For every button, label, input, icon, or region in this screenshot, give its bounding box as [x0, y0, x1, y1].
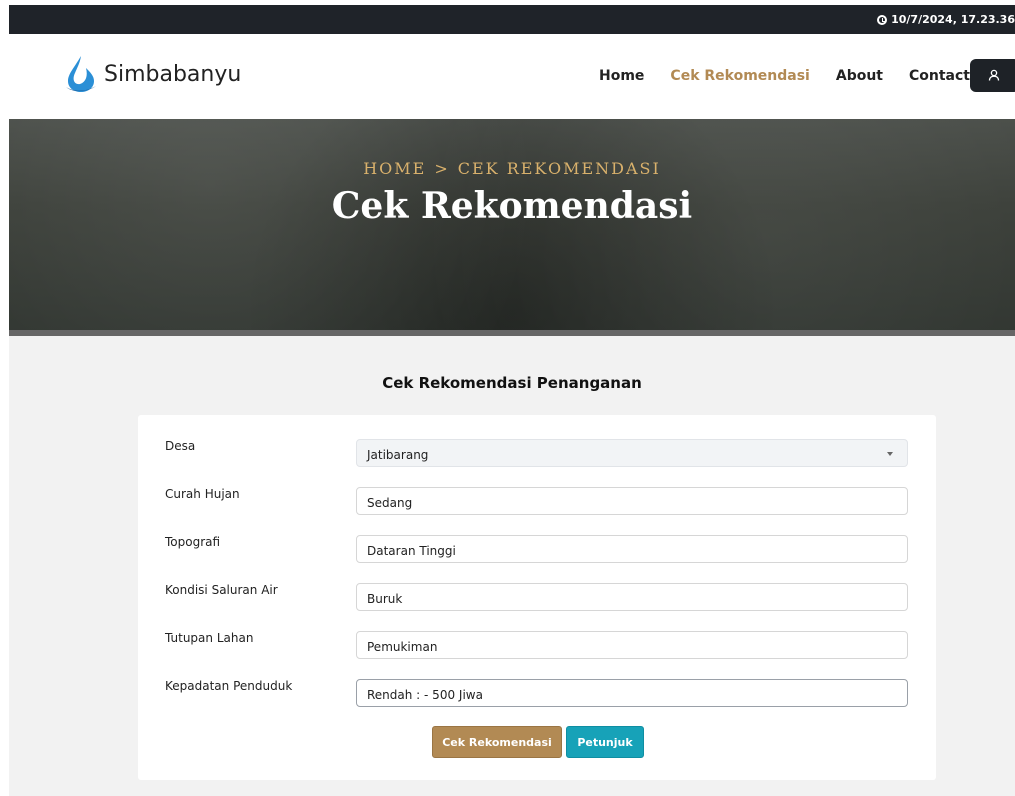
desa-selected-value: Jatibarang	[367, 448, 429, 462]
page: 10/7/2024, 17.23.36 Simbabanyu Home Cek …	[9, 5, 1015, 796]
form-title: Cek Rekomendasi Penanganan	[382, 374, 642, 392]
water-drop-icon	[66, 56, 96, 92]
cek-rekomendasi-button[interactable]: Cek Rekomendasi	[432, 726, 562, 758]
navbar: Simbabanyu Home Cek Rekomendasi About Co…	[9, 34, 1015, 119]
kepadatan-penduduk-input[interactable]: Rendah : - 500 Jiwa	[356, 679, 908, 707]
caret-down-icon	[887, 452, 893, 456]
user-icon	[988, 69, 1000, 81]
topografi-input[interactable]: Dataran Tinggi	[356, 535, 908, 563]
petunjuk-button[interactable]: Petunjuk	[566, 726, 644, 758]
hero-background	[9, 119, 1015, 336]
tutupan-lahan-input[interactable]: Pemukiman	[356, 631, 908, 659]
field-curah-hujan: Curah Hujan Sedang	[138, 487, 936, 517]
field-label: Kepadatan Penduduk	[165, 679, 293, 693]
hero-divider	[9, 330, 1015, 336]
top-bar: 10/7/2024, 17.23.36	[9, 5, 1015, 34]
kondisi-saluran-air-input[interactable]: Buruk	[356, 583, 908, 611]
nav-contact[interactable]: Contact	[909, 68, 970, 84]
field-label: Tutupan Lahan	[165, 631, 254, 645]
breadcrumb-separator: >	[434, 159, 450, 178]
breadcrumb-home[interactable]: HOME	[363, 159, 426, 178]
brand-name: Simbabanyu	[104, 61, 242, 87]
field-label: Curah Hujan	[165, 487, 240, 501]
field-kondisi-saluran-air: Kondisi Saluran Air Buruk	[138, 583, 936, 613]
field-kepadatan-penduduk: Kepadatan Penduduk Rendah : - 500 Jiwa	[138, 679, 936, 709]
field-tutupan-lahan: Tutupan Lahan Pemukiman	[138, 631, 936, 661]
field-label: Topografi	[165, 535, 221, 549]
field-topografi: Topografi Dataran Tinggi	[138, 535, 936, 565]
page-title: Cek Rekomendasi	[331, 185, 693, 227]
field-label: Desa	[165, 439, 196, 453]
curah-hujan-input[interactable]: Sedang	[356, 487, 908, 515]
nav-home[interactable]: Home	[599, 68, 644, 84]
clock-icon	[877, 14, 888, 25]
user-button[interactable]	[970, 59, 1015, 92]
main-nav: Home Cek Rekomendasi About Contact	[599, 68, 970, 84]
field-desa: Desa Jatibarang	[138, 439, 936, 469]
nav-cek-rekomendasi[interactable]: Cek Rekomendasi	[670, 68, 809, 84]
recommendation-form: Desa Jatibarang Curah Hujan Sedang Topog…	[138, 415, 936, 780]
field-label: Kondisi Saluran Air	[165, 583, 278, 597]
breadcrumb-current: CEK REKOMENDASI	[457, 159, 661, 178]
breadcrumb: HOME > CEK REKOMENDASI	[9, 159, 1015, 178]
form-actions: Cek Rekomendasi Petunjuk	[432, 726, 644, 758]
desa-select[interactable]: Jatibarang	[356, 439, 908, 467]
nav-about[interactable]: About	[836, 68, 883, 84]
brand[interactable]: Simbabanyu	[64, 54, 241, 94]
datetime-text: 10/7/2024, 17.23.36	[891, 13, 1015, 26]
hero-banner: HOME > CEK REKOMENDASI Cek Rekomendasi	[9, 119, 1015, 336]
datetime: 10/7/2024, 17.23.36	[877, 13, 1015, 26]
